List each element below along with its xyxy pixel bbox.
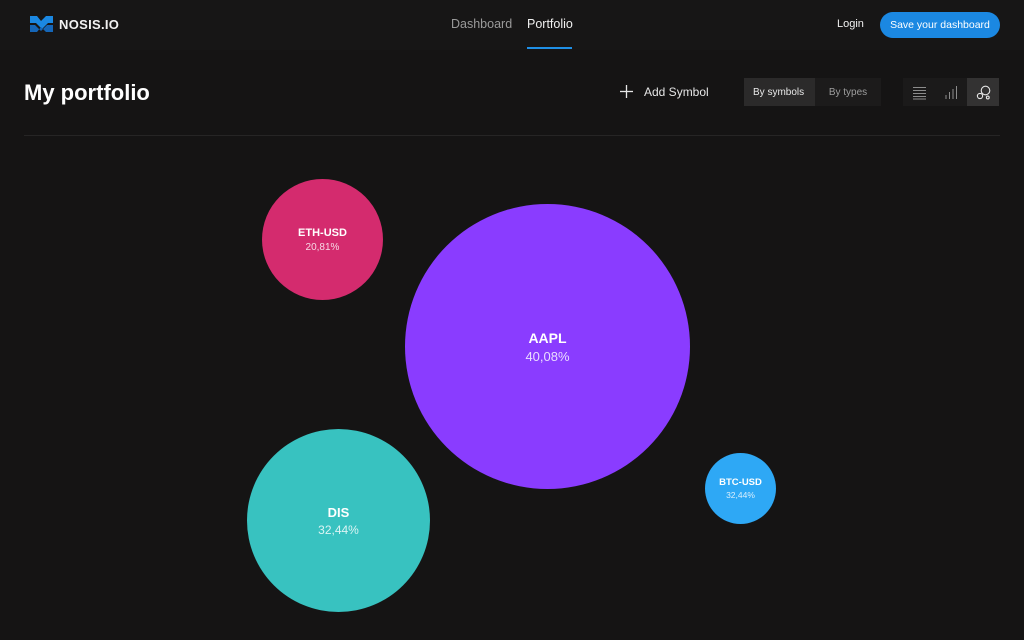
- login-link[interactable]: Login: [837, 18, 864, 30]
- tab-dashboard[interactable]: Dashboard: [451, 17, 512, 31]
- bubble-percent: 20,81%: [305, 241, 340, 253]
- bubble-btc-usd[interactable]: BTC-USD 32,44%: [705, 453, 776, 524]
- bubble-view-button[interactable]: [967, 78, 999, 106]
- group-by-symbols-button[interactable]: By symbols: [744, 78, 815, 106]
- bubble-percent: 32,44%: [726, 490, 755, 500]
- list-view-button[interactable]: [903, 78, 935, 106]
- list-view-icon: [912, 86, 926, 99]
- brand-name: NOSIS.IO: [59, 16, 120, 32]
- active-tab-indicator: [527, 47, 572, 49]
- brand[interactable]: NOSIS.IO: [28, 12, 119, 36]
- group-by-toggle: By symbols By types: [744, 78, 881, 106]
- bubble-dis[interactable]: DIS 32,44%: [247, 429, 430, 612]
- bubble-symbol: ETH-USD: [298, 226, 347, 239]
- header-divider: [24, 135, 1000, 136]
- bar-chart-view-icon: [945, 85, 957, 99]
- top-bar: NOSIS.IO Dashboard Portfolio Login Save …: [0, 0, 1024, 50]
- bubble-symbol: DIS: [327, 504, 350, 520]
- bubble-symbol: AAPL: [528, 329, 567, 346]
- tab-portfolio[interactable]: Portfolio: [527, 17, 573, 31]
- save-dashboard-button[interactable]: Save your dashboard: [880, 12, 1000, 38]
- nosis-logo-icon: [30, 16, 53, 32]
- bubble-eth-usd[interactable]: ETH-USD 20,81%: [262, 179, 383, 300]
- plus-icon: [620, 85, 633, 98]
- add-symbol-button[interactable]: Add Symbol: [619, 84, 709, 99]
- bubble-view-icon: [976, 85, 990, 99]
- group-by-types-button[interactable]: By types: [815, 78, 881, 106]
- bubble-percent: 40,08%: [525, 348, 570, 364]
- page-title: My portfolio: [24, 80, 150, 105]
- bubble-percent: 32,44%: [318, 522, 359, 537]
- app-root: NOSIS.IO Dashboard Portfolio Login Save …: [0, 0, 1024, 640]
- add-symbol-label: Add Symbol: [644, 84, 709, 99]
- bubble-aapl[interactable]: AAPL 40,08%: [405, 204, 690, 489]
- bar-chart-view-button[interactable]: [935, 78, 967, 106]
- bubble-symbol: BTC-USD: [719, 477, 762, 488]
- view-mode-toggle: [903, 78, 999, 106]
